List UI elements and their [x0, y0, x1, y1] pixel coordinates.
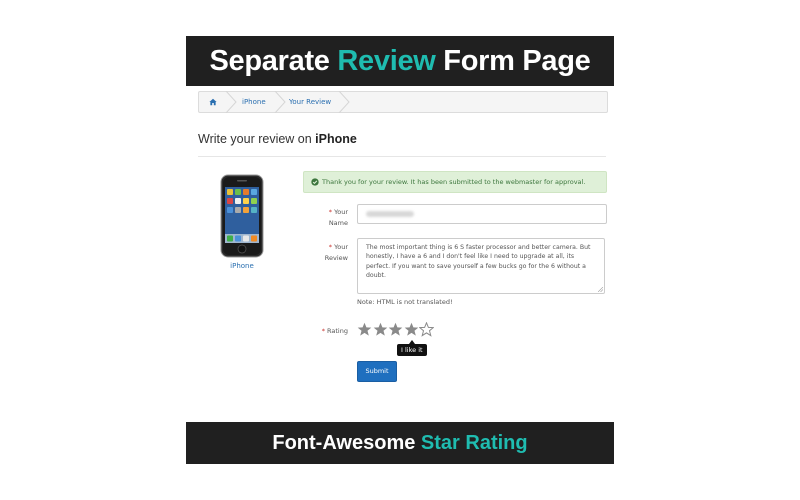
banner-top-part2: Form Page [435, 45, 591, 77]
breadcrumb-separator-icon [274, 91, 286, 113]
iphone-image-icon [220, 174, 264, 258]
review-label-line1: Your [334, 243, 348, 251]
page-title-prefix: Write your review on [198, 132, 316, 146]
promo-card: Separate Review Form Page iPhone Your Re… [186, 36, 614, 464]
banner-top-highlight: Review [337, 45, 436, 77]
screenshot-content: iPhone Your Review Write your review on … [186, 86, 614, 422]
home-icon[interactable] [209, 98, 217, 106]
rating-label: * Rating [304, 326, 348, 337]
review-label-line2: Review [324, 254, 348, 262]
breadcrumb-item-your-review[interactable]: Your Review [289, 92, 331, 112]
star-filled-icon[interactable] [404, 322, 419, 337]
rating-label-text: Rating [327, 327, 348, 335]
star-empty-icon[interactable] [419, 322, 434, 337]
html-note: Note: HTML is not translated! [357, 298, 453, 306]
product-caption[interactable]: iPhone [216, 262, 268, 270]
submit-button[interactable]: Submit [357, 361, 397, 382]
review-text: The most important thing is 6 S faster p… [366, 244, 591, 279]
blurred-name-value [366, 211, 414, 217]
breadcrumb: iPhone Your Review [198, 91, 608, 113]
star-filled-icon[interactable] [357, 322, 372, 337]
resize-handle-icon[interactable] [598, 287, 603, 292]
name-field[interactable] [357, 204, 607, 224]
banner-bottom-part1: Font-Awesome [272, 432, 421, 454]
review-label: * Your Review [304, 242, 348, 264]
divider [198, 156, 606, 157]
star-filled-icon[interactable] [373, 322, 388, 337]
name-label: * Your Name [304, 207, 348, 229]
rating-tooltip: I like it [397, 340, 427, 356]
success-alert: Thank you for your review. It has been s… [303, 171, 607, 193]
page-title: Write your review on iPhone [198, 132, 357, 146]
alert-text: Thank you for your review. It has been s… [322, 178, 586, 186]
name-label-line1: Your [334, 208, 348, 216]
banner-top-part1: Separate [209, 45, 338, 77]
breadcrumb-separator-icon [338, 91, 350, 113]
review-textarea[interactable]: The most important thing is 6 S faster p… [357, 238, 605, 294]
check-circle-icon [311, 178, 319, 186]
breadcrumb-separator-icon [225, 91, 237, 113]
page-title-product: iPhone [315, 132, 357, 146]
product-image[interactable] [220, 174, 264, 258]
top-banner: Separate Review Form Page [186, 36, 614, 86]
star-filled-icon[interactable] [388, 322, 403, 337]
breadcrumb-item-iphone[interactable]: iPhone [242, 92, 266, 112]
star-rating[interactable] [357, 322, 437, 338]
name-label-line2: Name [328, 219, 348, 227]
banner-bottom-highlight: Star Rating [420, 432, 528, 454]
bottom-banner: Font-Awesome Star Rating [186, 422, 614, 464]
